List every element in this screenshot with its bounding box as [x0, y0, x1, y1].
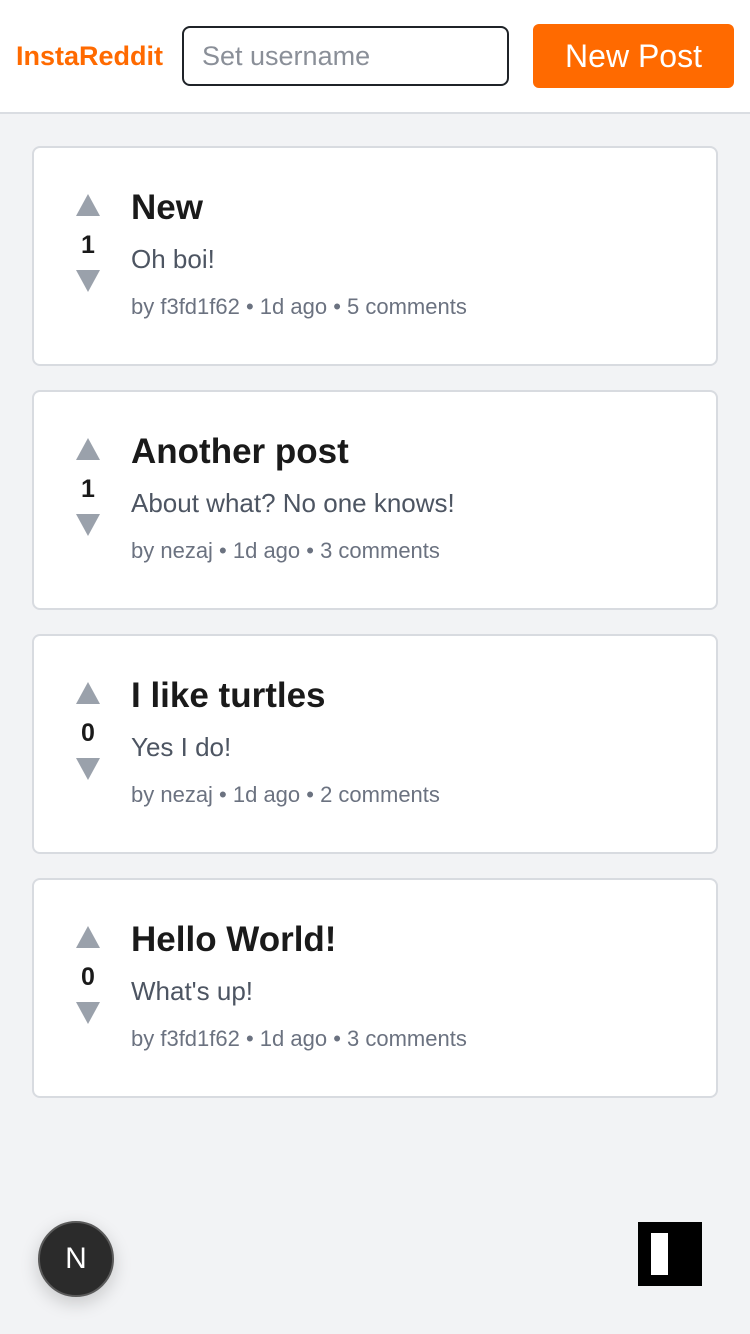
post-meta: by nezaj • 1d ago • 3 comments [131, 538, 440, 563]
brand-logo[interactable]: InstaReddit [16, 38, 163, 74]
post-title[interactable]: New [131, 186, 696, 230]
upvote-icon[interactable] [76, 682, 100, 704]
post-meta: by f3fd1f62 • 1d ago • 5 comments [131, 294, 467, 319]
vote-controls: 1 [66, 432, 110, 536]
downvote-icon[interactable] [76, 514, 100, 536]
post-list: 1 New Oh boi! by f3fd1f62 • 1d ago • 5 c… [32, 146, 718, 1122]
post-title[interactable]: I like turtles [131, 674, 696, 718]
panel-icon[interactable] [638, 1222, 702, 1286]
post-content: Another post About what? No one knows! b… [131, 430, 696, 566]
post-card[interactable]: 1 Another post About what? No one knows!… [32, 390, 718, 610]
post-card[interactable]: 0 Hello World! What's up! by f3fd1f62 • … [32, 878, 718, 1098]
vote-controls: 0 [66, 676, 110, 780]
post-score: 1 [81, 475, 95, 503]
post-content: New Oh boi! by f3fd1f62 • 1d ago • 5 com… [131, 186, 696, 322]
post-text: What's up! [131, 976, 254, 1006]
post-meta: by nezaj • 1d ago • 2 comments [131, 782, 440, 807]
panel-bar [651, 1233, 668, 1275]
post-text: About what? No one knows! [131, 488, 455, 518]
upvote-icon[interactable] [76, 926, 100, 948]
new-post-button[interactable]: New Post [533, 24, 734, 88]
downvote-icon[interactable] [76, 1002, 100, 1024]
post-text: Oh boi! [131, 244, 215, 274]
post-score: 1 [81, 231, 95, 259]
upvote-icon[interactable] [76, 438, 100, 460]
downvote-icon[interactable] [76, 270, 100, 292]
username-input[interactable] [182, 26, 509, 86]
vote-controls: 0 [66, 920, 110, 1024]
post-score: 0 [81, 963, 95, 991]
post-content: Hello World! What's up! by f3fd1f62 • 1d… [131, 918, 696, 1054]
dev-tools-badge[interactable]: N [38, 1221, 114, 1297]
post-title[interactable]: Another post [131, 430, 696, 474]
post-meta: by f3fd1f62 • 1d ago • 3 comments [131, 1026, 467, 1051]
post-card[interactable]: 0 I like turtles Yes I do! by nezaj • 1d… [32, 634, 718, 854]
post-title[interactable]: Hello World! [131, 918, 696, 962]
app-header: InstaReddit New Post [0, 0, 750, 114]
post-content: I like turtles Yes I do! by nezaj • 1d a… [131, 674, 696, 810]
vote-controls: 1 [66, 188, 110, 292]
upvote-icon[interactable] [76, 194, 100, 216]
post-card[interactable]: 1 New Oh boi! by f3fd1f62 • 1d ago • 5 c… [32, 146, 718, 366]
post-text: Yes I do! [131, 732, 232, 762]
downvote-icon[interactable] [76, 758, 100, 780]
post-score: 0 [81, 719, 95, 747]
